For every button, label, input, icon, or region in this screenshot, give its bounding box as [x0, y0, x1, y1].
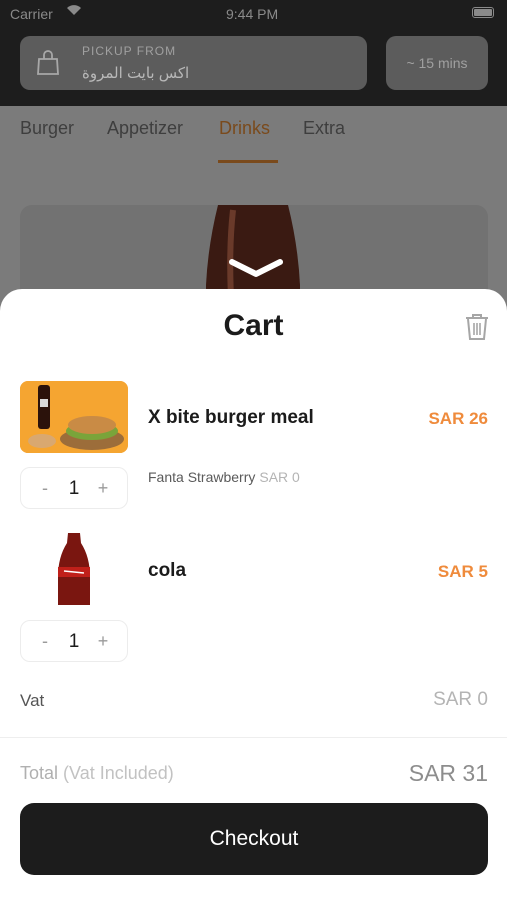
cart-item-option: Fanta Strawberry SAR 0 [148, 469, 300, 485]
divider [0, 737, 507, 738]
quantity-value: 1 [68, 478, 80, 499]
decrease-button[interactable]: - [35, 478, 55, 499]
vat-value: SAR 0 [433, 689, 488, 710]
vat-label: Vat [20, 691, 45, 710]
battery-icon [472, 7, 494, 18]
status-bar: Carrier 9:44 PM [0, 0, 507, 28]
shopping-bag-icon [36, 50, 60, 76]
cart-title: Cart [223, 309, 284, 342]
tab-drinks[interactable]: Drinks [219, 118, 270, 139]
checkout-button[interactable]: Checkout [20, 803, 488, 875]
option-name: Fanta Strawberry [148, 469, 256, 485]
wifi-icon [66, 4, 82, 19]
cart-sheet: Cart X bite burger meal SAR 26 Fanta Str… [0, 289, 507, 900]
cola-bottle-image [20, 533, 128, 605]
burger-meal-image [20, 381, 128, 453]
decrease-button[interactable]: - [35, 631, 55, 652]
cart-item-name: X bite burger meal [148, 407, 314, 428]
total-value: SAR 31 [408, 760, 488, 786]
status-time: 9:44 PM [226, 6, 279, 22]
trash-icon[interactable] [464, 313, 490, 341]
active-tab-indicator [218, 160, 278, 163]
carrier-label: Carrier [10, 6, 53, 22]
quantity-stepper: - 1 + [20, 467, 128, 509]
tab-appetizer[interactable]: Appetizer [107, 118, 183, 139]
cart-item-name: cola [148, 560, 187, 581]
quantity-value: 1 [68, 631, 80, 652]
top-bar: Carrier 9:44 PM PICKUP FROM اكس بايت الم… [0, 0, 507, 106]
pickup-location-selector[interactable]: PICKUP FROM اكس بايت المروة [20, 36, 367, 90]
increase-button[interactable]: + [93, 631, 113, 652]
total-vat-note: (Vat Included) [63, 763, 174, 783]
total-label: Total (Vat Included) [20, 763, 174, 784]
category-tabs: Burger Appetizer Drinks Extra [0, 106, 507, 166]
cart-item-price: SAR 5 [437, 562, 488, 581]
increase-button[interactable]: + [93, 478, 113, 499]
option-price: SAR 0 [259, 469, 300, 485]
cart-item-price: SAR 26 [428, 409, 488, 428]
tab-burger[interactable]: Burger [20, 118, 74, 139]
total-label-text: Total [20, 763, 59, 783]
quantity-stepper: - 1 + [20, 620, 128, 662]
pickup-location: اكس بايت المروة [82, 65, 190, 82]
chevron-down-icon[interactable] [228, 258, 284, 278]
pickup-label: PICKUP FROM [82, 44, 177, 58]
eta-badge[interactable]: ~ 15 mins [386, 36, 488, 90]
tab-extra[interactable]: Extra [303, 118, 345, 139]
